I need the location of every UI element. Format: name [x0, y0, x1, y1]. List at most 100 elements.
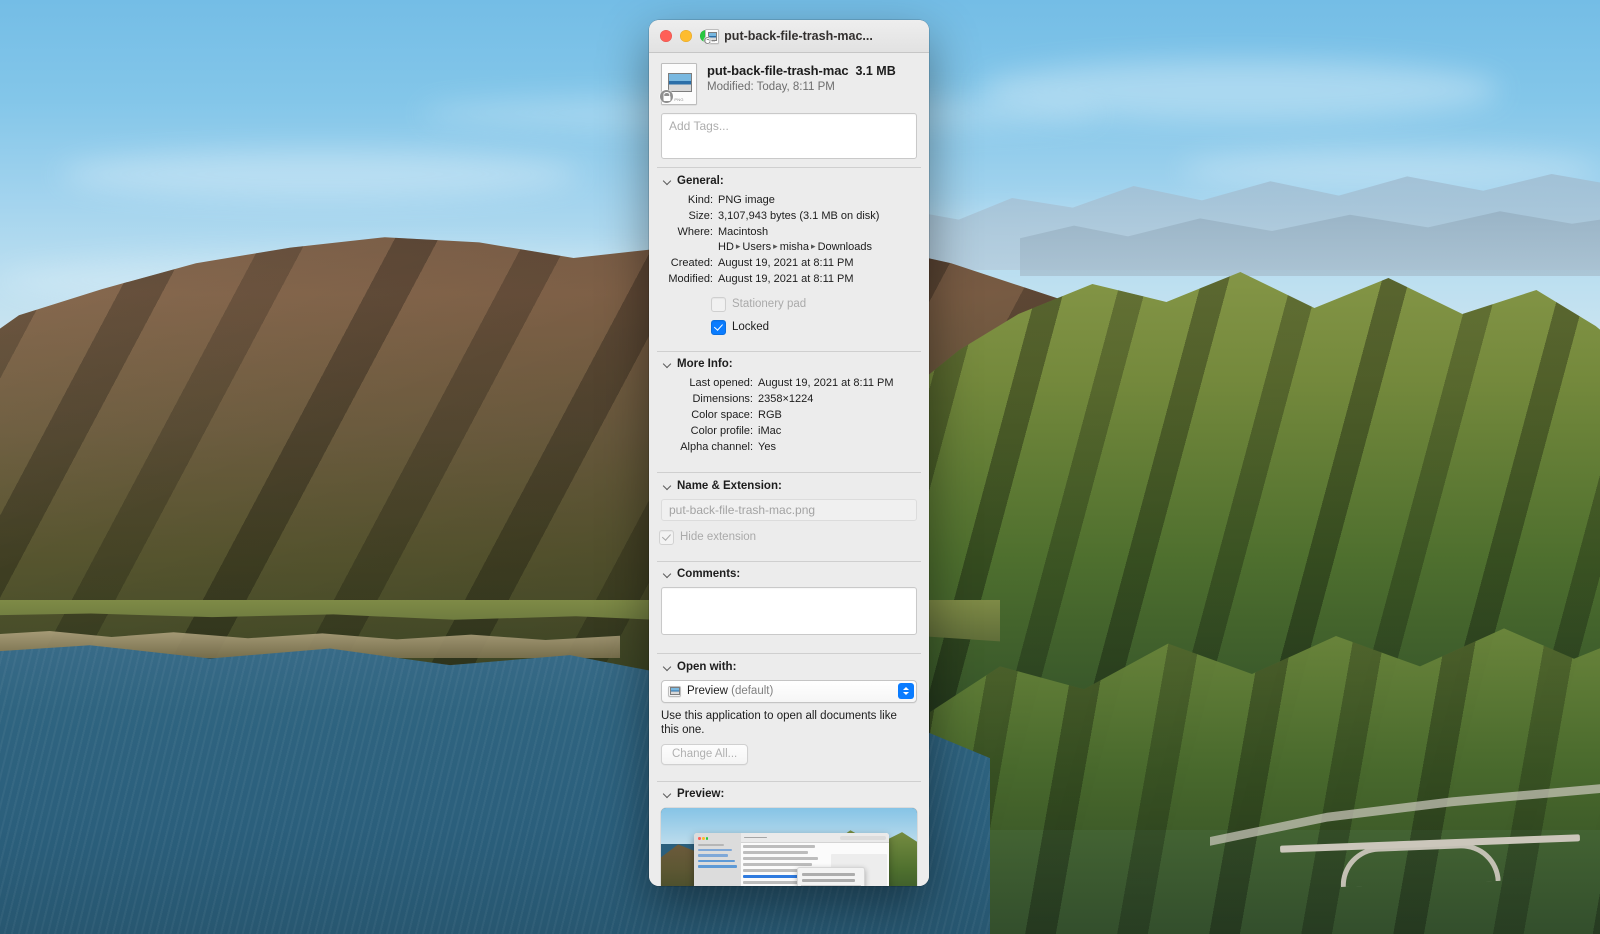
preview-search-field	[840, 835, 886, 840]
file-modified-line: Modified: Today, 8:11 PM	[707, 81, 835, 93]
section-more-info: More Info: Last opened: August 19, 2021 …	[649, 351, 929, 464]
section-preview: Preview:	[649, 781, 929, 886]
color-profile-label: Color profile:	[690, 425, 753, 437]
info-row-kind: Kind: PNG image	[661, 193, 917, 208]
path-separator-icon: ▸	[811, 241, 816, 251]
chevron-down-icon[interactable]	[663, 570, 672, 579]
window-titlebar[interactable]: PNG put-back-file-trash-mac...	[649, 20, 929, 53]
color-space-value: RGB	[758, 409, 782, 421]
section-general-header[interactable]: General:	[649, 172, 929, 191]
hide-extension-checkbox[interactable]	[659, 529, 674, 545]
section-general: General: Kind: PNG image Size: 3,107,943…	[649, 168, 929, 343]
traffic-light-buttons[interactable]	[660, 30, 712, 42]
general-rows: Kind: PNG image Size: 3,107,943 bytes (3…	[649, 191, 929, 287]
bixby-bridge	[1279, 834, 1581, 888]
filename-input-value: put-back-file-trash-mac.png	[669, 502, 816, 517]
preview-app-icon	[668, 685, 681, 697]
path-component: misha	[779, 240, 810, 253]
chevron-down-icon[interactable]	[663, 481, 672, 490]
window-title: put-back-file-trash-mac...	[724, 29, 873, 43]
info-row-created: Created: August 19, 2021 at 8:11 PM	[661, 256, 917, 271]
info-row-last-opened: Last opened: August 19, 2021 at 8:11 PM	[661, 376, 917, 391]
section-comments-title: Comments:	[677, 568, 741, 580]
kind-label: Kind:	[687, 193, 713, 206]
cloud	[980, 60, 1500, 120]
locked-row[interactable]: Locked	[649, 317, 929, 335]
preview-traffic-lights	[698, 837, 739, 840]
where-value: Macintosh HD ▸ Users ▸ misha ▸ Downloads	[718, 225, 917, 255]
open-with-app-name: Preview (default)	[687, 685, 774, 697]
popup-chevrons-icon[interactable]	[898, 682, 914, 699]
minimize-button[interactable]	[680, 30, 692, 42]
alpha-channel-label: Alpha channel:	[680, 441, 753, 453]
preview-menu-item	[802, 878, 855, 882]
where-label: Where:	[677, 225, 713, 238]
hide-extension-label: Hide extension	[680, 531, 757, 543]
kind-value: PNG image	[718, 193, 775, 206]
stationery-pad-checkbox[interactable]	[711, 296, 726, 312]
info-row-size: Size: 3,107,943 bytes (3.1 MB on disk)	[661, 209, 917, 224]
created-value: August 19, 2021 at 8:11 PM	[718, 256, 854, 269]
info-row-color-profile: Color profile: iMac	[661, 424, 917, 439]
add-tags-field[interactable]: Add Tags...	[661, 113, 917, 159]
cloud	[60, 150, 580, 198]
add-tags-placeholder: Add Tags...	[669, 119, 729, 133]
chevron-down-icon[interactable]	[663, 790, 672, 799]
color-profile-value: iMac	[758, 425, 782, 437]
info-row-where: Where: Macintosh HD ▸ Users ▸ misha ▸ Download…	[661, 225, 917, 255]
path-component: Users	[742, 240, 772, 253]
png-file-icon[interactable]: PNG	[660, 63, 697, 105]
open-with-popup-button[interactable]: Preview (default)	[661, 679, 917, 703]
path-separator-icon: ▸	[773, 241, 778, 251]
size-label: Size:	[688, 209, 713, 222]
change-all-button[interactable]: Change All...	[661, 743, 749, 765]
file-name: put-back-file-trash-mac	[707, 63, 849, 78]
section-open-with: Open with: Preview (default) Use this ap…	[649, 654, 929, 773]
section-preview-title: Preview:	[677, 788, 725, 800]
file-header: PNG put-back-file-trash-mac 3.1 MB Modif…	[649, 53, 929, 113]
locked-label: Locked	[732, 321, 770, 333]
section-general-title: General:	[677, 174, 724, 187]
dimensions-value: 2358×1224	[758, 393, 814, 405]
info-scroll-area[interactable]: PNG put-back-file-trash-mac 3.1 MB Modif…	[649, 53, 929, 886]
stationery-pad-row[interactable]: Stationery pad	[649, 294, 929, 312]
section-name-extension: Name & Extension: put-back-file-trash-ma…	[649, 473, 929, 553]
info-row-modified: Modified: August 19, 2021 at 8:11 PM	[661, 272, 917, 287]
modified-value: August 19, 2021 at 8:11 PM	[718, 272, 854, 285]
path-separator-icon: ▸	[735, 241, 741, 251]
info-row-dimensions: Dimensions: 2358×1224	[661, 392, 917, 407]
close-button[interactable]	[660, 30, 672, 42]
info-row-color-space: Color space: RGB	[661, 408, 917, 423]
path-component: Downloads	[817, 240, 872, 253]
zoom-button[interactable]	[700, 30, 712, 42]
comments-textarea[interactable]	[661, 587, 917, 635]
preview-finder-window: ♫	[694, 833, 889, 886]
preview-finder-main: ♫	[740, 833, 889, 886]
section-name-extension-title: Name & Extension:	[677, 479, 782, 492]
section-comments-header[interactable]: Comments:	[649, 565, 929, 584]
dimensions-label: Dimensions:	[692, 393, 753, 405]
modified-label: Modified:	[668, 272, 713, 285]
preview-context-menu	[797, 867, 866, 886]
section-name-extension-header[interactable]: Name & Extension:	[649, 477, 929, 496]
hide-extension-row[interactable]: Hide extension	[649, 527, 929, 545]
locked-checkbox[interactable]	[711, 319, 726, 335]
preview-finder-sidebar	[694, 833, 741, 886]
chevron-down-icon[interactable]	[663, 662, 672, 671]
section-open-with-title: Open with:	[677, 660, 737, 673]
section-open-with-header[interactable]: Open with:	[649, 658, 929, 677]
section-more-info-title: More Info:	[677, 358, 733, 370]
section-comments: Comments:	[649, 561, 929, 645]
size-value: 3,107,943 bytes (3.1 MB on disk)	[718, 209, 880, 222]
filename-input[interactable]: put-back-file-trash-mac.png	[661, 498, 917, 521]
chevron-down-icon[interactable]	[663, 360, 672, 369]
section-more-info-header[interactable]: More Info:	[649, 355, 929, 374]
alpha-channel-value: Yes	[758, 441, 776, 453]
section-preview-header[interactable]: Preview:	[649, 785, 929, 804]
preview-thumbnail[interactable]: ♫	[661, 808, 917, 886]
chevron-down-icon[interactable]	[663, 176, 672, 185]
last-opened-value: August 19, 2021 at 8:11 PM	[758, 377, 894, 389]
file-size-badge: 3.1 MB	[855, 64, 896, 78]
get-info-window[interactable]: PNG put-back-file-trash-mac... PNG put-b…	[649, 20, 929, 886]
open-with-help-text: Use this application to open all documen…	[661, 709, 897, 736]
